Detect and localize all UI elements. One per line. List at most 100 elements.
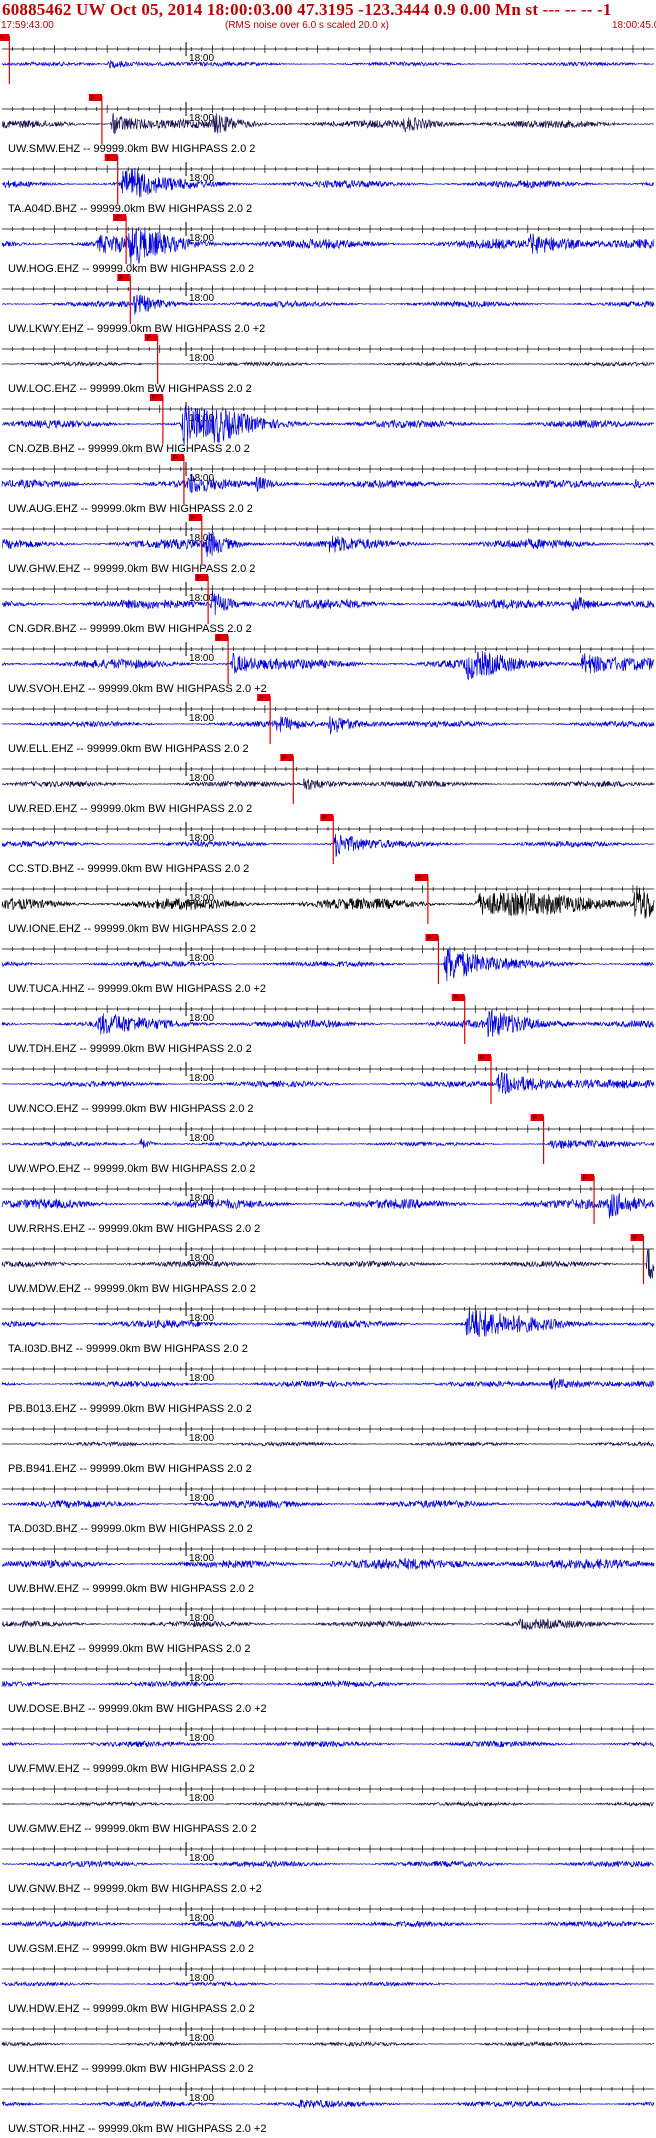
minute-label: 18:00 bbox=[189, 1853, 214, 1864]
waveform-trace bbox=[1, 651, 655, 681]
station-label: UW.GNW.BHZ -- 99999.0km BW HIGHPASS 2.0 … bbox=[8, 1883, 262, 1895]
pick-flag-label: P bbox=[480, 1056, 484, 1062]
minute-label: 18:00 bbox=[189, 653, 214, 664]
pick-flag-label: P bbox=[632, 1236, 636, 1242]
waveform-trace bbox=[1, 1740, 655, 1748]
minute-label: 18:00 bbox=[189, 1373, 214, 1384]
waveform-trace bbox=[1, 1193, 655, 1219]
station-label: UW.HOG.EHZ -- 99999.0km BW HIGHPASS 2.0 … bbox=[8, 263, 254, 275]
station-label: UW.GMW.EHZ -- 99999.0km BW HIGHPASS 2.0 … bbox=[8, 1823, 257, 1835]
waveform-trace bbox=[1, 1071, 655, 1094]
station-label: TA.D03D.BHZ -- 99999.0km BW HIGHPASS 2.0… bbox=[8, 1523, 253, 1535]
station-label: CC.STD.BHZ -- 99999.0km BW HIGHPASS 2.0 … bbox=[8, 863, 249, 875]
waveform-trace bbox=[2, 1800, 655, 1807]
pick-flag-label: P bbox=[322, 816, 326, 822]
station-label: UW.GHW.EHZ -- 99999.0km BW HIGHPASS 2.0 … bbox=[8, 563, 255, 575]
waveform-trace bbox=[1, 1679, 654, 1688]
waveform-trace bbox=[1, 2040, 655, 2048]
pick-flag-label: P bbox=[583, 1176, 587, 1182]
pick-flag-label: P bbox=[152, 396, 156, 402]
waveform-trace bbox=[1, 473, 655, 494]
station-label: UW.BLN.EHZ -- 99999.0km BW HIGHPASS 2.0 … bbox=[8, 1643, 250, 1655]
waveform-trace bbox=[1, 60, 655, 69]
minute-label: 18:00 bbox=[189, 1313, 214, 1324]
waveform-trace bbox=[1, 1498, 655, 1509]
pick-flag-label: P bbox=[0, 36, 2, 42]
station-label: CN.OZB.BHZ -- 99999.0km BW HIGHPASS 2.0 … bbox=[8, 443, 250, 455]
waveform-trace bbox=[1, 1557, 655, 1570]
waveform-trace bbox=[1, 1377, 655, 1390]
minute-label: 18:00 bbox=[189, 2033, 214, 2044]
pick-flag-label: P bbox=[217, 636, 221, 642]
waveform-trace bbox=[1, 405, 655, 446]
seismogram-plot: 18:00P18:00PUW.SMW.EHZ -- 99999.0km BW H… bbox=[0, 34, 655, 2135]
minute-label: 18:00 bbox=[189, 593, 214, 604]
minute-label: 18:00 bbox=[189, 2093, 214, 2104]
minute-label: 18:00 bbox=[189, 353, 214, 364]
minute-label: 18:00 bbox=[189, 1493, 214, 1504]
minute-label: 18:00 bbox=[189, 1433, 214, 1444]
waveform-trace bbox=[1, 591, 655, 616]
minute-label: 18:00 bbox=[189, 1073, 214, 1084]
waveform-trace bbox=[1, 946, 655, 982]
waveform-trace bbox=[1, 1980, 655, 1987]
station-label: UW.RRHS.EHZ -- 99999.0km BW HIGHPASS 2.0… bbox=[8, 1223, 260, 1235]
station-label: CN.GDR.BHZ -- 99999.0km BW HIGHPASS 2.0 … bbox=[8, 623, 252, 635]
station-label: TA.A04D.BHZ -- 99999.0km BW HIGHPASS 2.0… bbox=[8, 203, 252, 215]
pick-flag-label: P bbox=[173, 456, 177, 462]
pick-flag-label: P bbox=[115, 216, 119, 222]
pick-flag-label: P bbox=[259, 696, 263, 702]
plot-header: 60885462 UW Oct 05, 2014 18:00:03.00 47.… bbox=[0, 0, 656, 38]
waveform-trace bbox=[1, 1306, 655, 1337]
station-label: UW.FMW.EHZ -- 99999.0km BW HIGHPASS 2.0 … bbox=[8, 1763, 255, 1775]
pick-flag-label: P bbox=[119, 276, 123, 282]
start-time-label: 17:59:43.00 bbox=[1, 20, 54, 31]
pick-flag-label: P bbox=[533, 1116, 537, 1122]
station-label: UW.HTW.EHZ -- 99999.0km BW HIGHPASS 2.0 … bbox=[8, 2063, 254, 2075]
waveform-trace bbox=[1, 167, 655, 198]
minute-label: 18:00 bbox=[189, 1733, 214, 1744]
waveform-trace bbox=[1, 531, 655, 557]
waveform-trace bbox=[1, 227, 655, 266]
pick-flag-label: P bbox=[147, 336, 151, 342]
waveform-trace bbox=[1, 716, 655, 735]
station-label: UW.TUCA.HHZ -- 99999.0km BW HIGHPASS 2.0… bbox=[8, 983, 266, 995]
station-label: UW.SVOH.EHZ -- 99999.0km BW HIGHPASS 2.0… bbox=[8, 683, 267, 695]
waveform-trace bbox=[1, 2099, 655, 2109]
waveform-trace bbox=[1, 1009, 655, 1038]
waveform-trace bbox=[1, 1919, 655, 1929]
pick-flag-label: P bbox=[427, 936, 431, 942]
station-label: UW.TDH.EHZ -- 99999.0km BW HIGHPASS 2.0 … bbox=[8, 1043, 252, 1055]
station-label: UW.MDW.EHZ -- 99999.0km BW HIGHPASS 2.0 … bbox=[8, 1283, 256, 1295]
waveform-trace bbox=[1, 112, 655, 135]
station-label: UW.GSM.EHZ -- 99999.0km BW HIGHPASS 2.0 … bbox=[8, 1943, 254, 1955]
pick-flag-label: P bbox=[107, 156, 111, 162]
station-label: UW.HDW.EHZ -- 99999.0km BW HIGHPASS 2.0 … bbox=[8, 2003, 255, 2015]
waveform-trace bbox=[1, 833, 655, 858]
station-label: UW.WPO.EHZ -- 99999.0km BW HIGHPASS 2.0 … bbox=[8, 1163, 255, 1175]
station-label: PB.B013.EHZ -- 99999.0km BW HIGHPASS 2.0… bbox=[8, 1403, 252, 1415]
station-label: UW.BHW.EHZ -- 99999.0km BW HIGHPASS 2.0 … bbox=[8, 1583, 254, 1595]
station-label: UW.ELL.EHZ -- 99999.0km BW HIGHPASS 2.0 … bbox=[8, 743, 249, 755]
minute-label: 18:00 bbox=[189, 293, 214, 304]
waveform-trace bbox=[1, 1618, 655, 1630]
station-label: UW.NCO.EHZ -- 99999.0km BW HIGHPASS 2.0 … bbox=[8, 1103, 254, 1115]
pick-flag-label: P bbox=[454, 996, 458, 1002]
station-label: UW.IONE.EHZ -- 99999.0km BW HIGHPASS 2.0… bbox=[8, 923, 256, 935]
pick-flag-label: P bbox=[191, 516, 195, 522]
station-label: TA.I03D.BHZ -- 99999.0km BW HIGHPASS 2.0… bbox=[8, 1343, 248, 1355]
rms-note: (RMS noise over 6.0 s scaled 20.0 x) bbox=[225, 20, 389, 31]
pick-flag-label: P bbox=[197, 576, 201, 582]
station-label: UW.SMW.EHZ -- 99999.0km BW HIGHPASS 2.0 … bbox=[8, 143, 255, 155]
end-time-label: 18:00:45.00 bbox=[612, 20, 656, 31]
station-label: UW.RED.EHZ -- 99999.0km BW HIGHPASS 2.0 … bbox=[8, 803, 252, 815]
station-label: UW.LKWY.EHZ -- 99999.0km BW HIGHPASS 2.0… bbox=[8, 323, 265, 335]
minute-label: 18:00 bbox=[189, 1613, 214, 1624]
waveform-trace bbox=[1, 1440, 655, 1448]
station-label: UW.LOC.EHZ -- 99999.0km BW HIGHPASS 2.0 … bbox=[8, 383, 252, 395]
pick-flag-label: P bbox=[417, 876, 421, 882]
station-label: PB.B941.EHZ -- 99999.0km BW HIGHPASS 2.0… bbox=[8, 1463, 252, 1475]
waveform-trace bbox=[1, 778, 655, 790]
pick-flag-label: P bbox=[282, 756, 286, 762]
waveform-trace bbox=[1, 360, 655, 368]
